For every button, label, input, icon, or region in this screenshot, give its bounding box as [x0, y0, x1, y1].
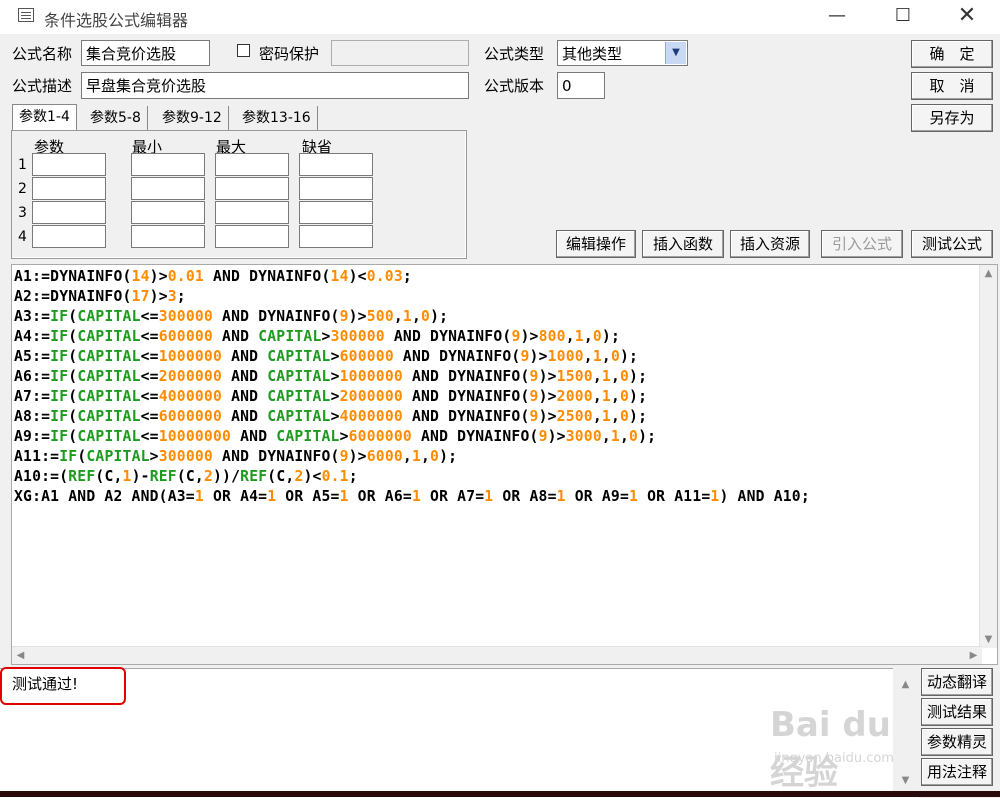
scroll-left-icon[interactable]: ◀ — [12, 647, 29, 664]
param-row-number: 4 — [18, 229, 27, 245]
code-line: A7:=IF(CAPITAL<=4000000 AND CAPITAL>2000… — [14, 388, 648, 405]
param-row-number: 2 — [18, 181, 27, 197]
output-scrollbar[interactable]: ▲ ▼ — [893, 668, 918, 797]
scroll-up-icon[interactable]: ▲ — [980, 265, 997, 282]
insert-function-button[interactable]: 插入函数 — [642, 230, 724, 258]
app-icon — [18, 8, 34, 22]
password-input — [331, 40, 469, 66]
code-line: A2:=DYNAINFO(17)>3; — [14, 288, 186, 305]
tab-params-5-8[interactable]: 参数5-8 — [84, 106, 148, 130]
insert-resource-button[interactable]: 插入资源 — [730, 230, 810, 258]
code-line: A8:=IF(CAPITAL<=6000000 AND CAPITAL>4000… — [14, 408, 648, 425]
code-line: A10:=(REF(C,1)-REF(C,2))/REF(C,2)<0.1; — [14, 468, 358, 485]
param-3-name[interactable] — [32, 201, 106, 224]
highlight-box — [0, 667, 126, 705]
cancel-button[interactable]: 取 消 — [911, 72, 993, 100]
editor-horizontal-scrollbar[interactable]: ◀ ▶ — [12, 646, 982, 664]
tab-params-1-4[interactable]: 参数1-4 — [12, 104, 77, 131]
code-line: A1:=DYNAINFO(14)>0.01 AND DYNAINFO(14)<0… — [14, 268, 412, 285]
formula-type-label: 公式类型 — [484, 45, 545, 63]
param-2-max[interactable] — [215, 177, 289, 200]
param-1-name[interactable] — [32, 153, 106, 176]
code-line: A5:=IF(CAPITAL<=1000000 AND CAPITAL>6000… — [14, 348, 639, 365]
close-button[interactable]: ✕ — [944, 0, 990, 34]
param-2-default[interactable] — [299, 177, 373, 200]
scroll-right-icon[interactable]: ▶ — [965, 647, 982, 664]
formula-desc-input[interactable]: 早盘集合竞价选股 — [81, 72, 469, 99]
param-1-min[interactable] — [131, 153, 205, 176]
ok-button[interactable]: 确 定 — [911, 40, 993, 68]
password-label: 密码保护 — [259, 45, 320, 63]
param-row-number: 1 — [18, 157, 27, 173]
window-title: 条件选股公式编辑器 — [44, 11, 189, 30]
formula-type-select[interactable]: 其他类型 ▼ — [557, 40, 688, 66]
code-line: A6:=IF(CAPITAL<=2000000 AND CAPITAL>1000… — [14, 368, 648, 385]
tab-params-13-16[interactable]: 参数13-16 — [236, 106, 318, 130]
code-line: XG:A1 AND A2 AND(A3=1 OR A4=1 OR A5=1 OR… — [14, 488, 810, 505]
formula-desc-label: 公式描述 — [12, 77, 73, 95]
scroll-down-icon[interactable]: ▼ — [897, 772, 914, 789]
scroll-down-icon[interactable]: ▼ — [980, 631, 997, 648]
dynamic-translate-button[interactable]: 动态翻译 — [921, 668, 993, 696]
param-4-default[interactable] — [299, 225, 373, 248]
code-line: A3:=IF(CAPITAL<=300000 AND DYNAINFO(9)>5… — [14, 308, 449, 325]
param-3-default[interactable] — [299, 201, 373, 224]
formula-version-label: 公式版本 — [484, 77, 545, 95]
bottom-strip — [0, 791, 1000, 797]
usage-notes-button[interactable]: 用法注释 — [921, 758, 993, 786]
param-2-min[interactable] — [131, 177, 205, 200]
formula-name-input[interactable]: 集合竞价选股 — [81, 40, 210, 66]
code-line: A4:=IF(CAPITAL<=600000 AND CAPITAL>30000… — [14, 328, 620, 345]
save-as-button[interactable]: 另存为 — [911, 104, 993, 132]
editor-vertical-scrollbar[interactable]: ▲ ▼ — [979, 265, 997, 648]
param-row-number: 3 — [18, 205, 27, 221]
param-4-min[interactable] — [131, 225, 205, 248]
param-wizard-button[interactable]: 参数精灵 — [921, 728, 993, 756]
password-checkbox[interactable] — [237, 44, 250, 57]
param-2-name[interactable] — [32, 177, 106, 200]
edit-ops-button[interactable]: 编辑操作 — [556, 230, 636, 258]
code-line: A11:=IF(CAPITAL>300000 AND DYNAINFO(9)>6… — [14, 448, 458, 465]
param-1-default[interactable] — [299, 153, 373, 176]
scroll-up-icon[interactable]: ▲ — [897, 676, 914, 693]
maximize-button[interactable]: ☐ — [880, 0, 926, 34]
formula-type-value: 其他类型 — [562, 45, 623, 63]
param-3-min[interactable] — [131, 201, 205, 224]
param-1-max[interactable] — [215, 153, 289, 176]
test-formula-button[interactable]: 测试公式 — [911, 230, 993, 258]
output-panel: 测试通过! — [0, 668, 918, 798]
param-4-name[interactable] — [32, 225, 106, 248]
formula-version-input[interactable]: 0 — [557, 72, 605, 99]
formula-name-label: 公式名称 — [12, 45, 73, 63]
code-line: A9:=IF(CAPITAL<=10000000 AND CAPITAL>600… — [14, 428, 657, 445]
param-panel: 参数 最小 最大 缺省 1 2 3 4 — [11, 130, 467, 259]
minimize-button[interactable]: — — [814, 0, 860, 34]
tab-params-9-12[interactable]: 参数9-12 — [156, 106, 229, 130]
param-3-max[interactable] — [215, 201, 289, 224]
import-formula-button: 引入公式 — [821, 230, 903, 258]
title-bar: 条件选股公式编辑器 — ☐ ✕ — [0, 0, 1000, 34]
test-result-button[interactable]: 测试结果 — [921, 698, 993, 726]
chevron-down-icon[interactable]: ▼ — [665, 42, 686, 64]
param-4-max[interactable] — [215, 225, 289, 248]
code-editor[interactable]: A1:=DYNAINFO(14)>0.01 AND DYNAINFO(14)<0… — [11, 264, 998, 665]
